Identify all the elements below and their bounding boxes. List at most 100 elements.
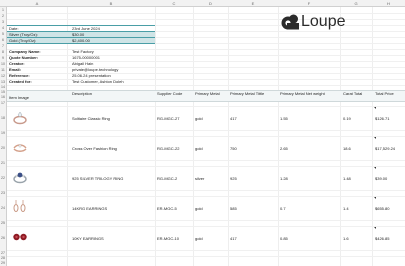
item-net-weight[interactable]: 0.7 bbox=[280, 206, 286, 211]
comment-marker[interactable] bbox=[374, 197, 376, 199]
comment-marker[interactable] bbox=[374, 107, 376, 109]
item-metal-title[interactable]: 925 bbox=[230, 176, 237, 181]
header-primary-metal-title[interactable]: Primary Metal Tittle bbox=[230, 91, 264, 96]
comment-marker[interactable] bbox=[374, 137, 376, 139]
grid-line bbox=[7, 196, 405, 197]
row-header[interactable]: 29 bbox=[0, 261, 7, 266]
item-supplier-code[interactable]: RG-MGC-2 bbox=[157, 176, 177, 181]
item-total-price[interactable]: $426.85 bbox=[375, 236, 389, 241]
gold-rate-label[interactable]: Gold (Troy/Oz): bbox=[9, 38, 36, 43]
header-total-price[interactable]: Total Price bbox=[375, 91, 394, 96]
row-header[interactable]: 22 bbox=[0, 166, 7, 190]
quote-number-value[interactable]: 1675-00000001 bbox=[72, 55, 100, 60]
grid-line bbox=[7, 49, 405, 50]
item-description[interactable]: 14KRG EARRINGS bbox=[72, 206, 107, 211]
item-supplier-code[interactable]: ER-MGC-5 bbox=[157, 206, 177, 211]
email-label[interactable]: Email: bbox=[9, 67, 21, 72]
grid-line bbox=[7, 256, 405, 257]
comment-marker[interactable] bbox=[374, 167, 376, 169]
silver-rate-value[interactable]: $30.00 bbox=[72, 32, 84, 37]
earring-icon bbox=[13, 200, 26, 212]
item-description[interactable]: Solitaire Classic Ring bbox=[72, 116, 110, 121]
item-net-weight[interactable]: 1.28 bbox=[280, 176, 288, 181]
creator-value[interactable]: Abigail Hain bbox=[72, 61, 93, 66]
grid-line bbox=[7, 55, 405, 56]
created-for-label[interactable]: Created for: bbox=[9, 79, 32, 84]
created-for-value[interactable]: Test Customer, Ashton Doleh bbox=[72, 79, 124, 84]
item-primary-metal[interactable]: gold bbox=[195, 206, 203, 211]
rates-border bbox=[7, 43, 155, 44]
grid-line bbox=[7, 160, 405, 161]
reference-label[interactable]: Reference: bbox=[9, 73, 30, 78]
item-supplier-code[interactable]: RG-MGC-27 bbox=[157, 116, 179, 121]
item-supplier-code[interactable]: RG-MGC-22 bbox=[157, 146, 179, 151]
ring-icon bbox=[13, 111, 27, 125]
column-header-h[interactable]: H bbox=[372, 0, 405, 7]
grid-line bbox=[7, 166, 405, 167]
item-supplier-code[interactable]: ER-MGC-10 bbox=[157, 236, 179, 241]
item-carat-total[interactable]: 18.6 bbox=[343, 146, 351, 151]
column-header-e[interactable]: E bbox=[228, 0, 278, 7]
item-description[interactable]: Cross Over Fashion Ring bbox=[72, 146, 117, 151]
item-primary-metal[interactable]: gold bbox=[195, 236, 203, 241]
item-primary-metal[interactable]: gold bbox=[195, 116, 203, 121]
item-carat-total[interactable]: 1.48 bbox=[343, 176, 351, 181]
row-header[interactable]: 26 bbox=[0, 226, 7, 250]
header-primary-metal[interactable]: Primary Metal bbox=[195, 91, 220, 96]
row-header[interactable]: 24 bbox=[0, 196, 7, 220]
column-header-a[interactable]: A bbox=[7, 0, 67, 7]
item-carat-total[interactable]: 1.4 bbox=[343, 206, 349, 211]
column-header-b[interactable]: B bbox=[67, 0, 155, 7]
grid-line bbox=[7, 73, 405, 74]
row-header[interactable]: 20 bbox=[0, 136, 7, 160]
ring-icon bbox=[13, 144, 27, 152]
header-item-image[interactable]: Item Image bbox=[9, 95, 29, 100]
grid-line bbox=[7, 79, 405, 80]
item-total-price[interactable]: $655.80 bbox=[375, 206, 389, 211]
column-header-f[interactable]: F bbox=[278, 0, 340, 7]
item-carat-total[interactable]: 1.6 bbox=[343, 236, 349, 241]
ring-icon bbox=[13, 172, 27, 184]
header-supplier-code[interactable]: Supplier Code bbox=[157, 91, 182, 96]
item-description[interactable]: 10KY EARRINGS bbox=[72, 236, 104, 241]
row-header[interactable]: 18 bbox=[0, 106, 7, 130]
reference-value[interactable]: 25.06.24 presentation bbox=[72, 73, 111, 78]
date-label[interactable]: Date: bbox=[9, 26, 19, 31]
header-primary-metal-net-weight[interactable]: Primary Metal Net weight bbox=[280, 91, 325, 96]
company-name-value[interactable]: Test Factory bbox=[72, 49, 94, 54]
grid-line bbox=[7, 190, 405, 191]
item-net-weight[interactable]: 2.65 bbox=[280, 146, 288, 151]
silver-rate-label[interactable]: Silver (Troy/Oz): bbox=[9, 32, 38, 37]
date-value[interactable]: 23rd June 2024 bbox=[72, 26, 100, 31]
item-total-price[interactable]: $17,529.24 bbox=[375, 146, 395, 151]
item-description[interactable]: 925 SILVER TRILOGY RING bbox=[72, 176, 123, 181]
grid-line bbox=[7, 106, 405, 107]
item-metal-title[interactable]: 750 bbox=[230, 146, 237, 151]
item-total-price[interactable]: $126.71 bbox=[375, 116, 389, 121]
item-primary-metal[interactable]: gold bbox=[195, 146, 203, 151]
item-metal-title[interactable]: 417 bbox=[230, 116, 237, 121]
corner-cell[interactable] bbox=[0, 0, 7, 7]
earring-icon bbox=[13, 233, 27, 241]
item-primary-metal[interactable]: silver bbox=[195, 176, 204, 181]
header-description[interactable]: Description bbox=[72, 91, 92, 96]
creator-label[interactable]: Creator: bbox=[9, 61, 25, 66]
item-net-weight[interactable]: 1.55 bbox=[280, 116, 288, 121]
quote-number-label[interactable]: Quote Number: bbox=[9, 55, 38, 60]
header-carat-total[interactable]: Carat Total bbox=[343, 91, 362, 96]
item-metal-title[interactable]: 585 bbox=[230, 206, 237, 211]
item-total-price[interactable]: $39.00 bbox=[375, 176, 387, 181]
column-header-g[interactable]: G bbox=[340, 0, 372, 7]
gold-rate-value[interactable]: $2,400.00 bbox=[72, 38, 90, 43]
column-header-d[interactable]: D bbox=[193, 0, 228, 7]
column-header-c[interactable]: C bbox=[155, 0, 193, 7]
comment-marker[interactable] bbox=[374, 227, 376, 229]
email-value[interactable]: private@loupe.technology bbox=[72, 67, 118, 72]
item-net-weight[interactable]: 0.85 bbox=[280, 236, 288, 241]
item-carat-total[interactable]: 0.19 bbox=[343, 116, 351, 121]
company-name-label[interactable]: Company Name: bbox=[9, 49, 41, 54]
item-metal-title[interactable]: 417 bbox=[230, 236, 237, 241]
loupe-logo-icon bbox=[281, 14, 299, 30]
grid-line bbox=[7, 220, 405, 221]
grid-line bbox=[7, 226, 405, 227]
